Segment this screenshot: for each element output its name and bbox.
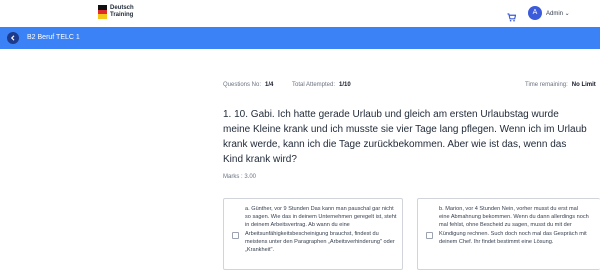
questions-number: Questions No: 1/4 [223, 82, 274, 88]
option-b-text: b. Marion, vor 4 Stunden Nein, vorher mu… [439, 206, 589, 245]
quiz-panel: Questions No: 1/4 Total Attempted: 1/10 Ti… [0, 49, 600, 271]
cart-icon[interactable] [507, 9, 517, 22]
question-text: 1. 10. Gabi. Ich hatte gerade Urlaub und… [223, 109, 587, 165]
logo-line1: Deutsch [110, 5, 134, 11]
answer-option-a[interactable]: a. Günther, vor 9 Stunden Das kann man p… [223, 198, 403, 270]
flag-icon [98, 5, 107, 20]
course-header-bar: B2 Beruf TELC 1 [0, 27, 600, 49]
option-a-text: a. Günther, vor 9 Stunden Das kann man p… [245, 206, 397, 254]
course-title: B2 Beruf TELC 1 [27, 34, 80, 41]
total-attempted: Total Attempted: 1/10 [292, 82, 351, 88]
user-menu-label[interactable]: Admin ⌄ [546, 10, 570, 17]
answer-option-b[interactable]: b. Marion, vor 4 Stunden Nein, vorher mu… [417, 198, 600, 270]
logo-line2: Training [110, 12, 134, 18]
option-a-checkbox[interactable] [232, 232, 239, 239]
back-arrow-icon [10, 35, 15, 41]
top-navbar: Deutsch Training A Admin ⌄ [0, 0, 600, 27]
option-b-checkbox[interactable] [426, 232, 433, 239]
back-button[interactable] [7, 32, 19, 44]
marks-label: Marks : 3.00 [223, 174, 257, 180]
brand-logo[interactable]: Deutsch Training [98, 5, 134, 20]
time-remaining: Time remaining: No Limit [525, 82, 596, 88]
avatar[interactable]: A [528, 6, 542, 20]
